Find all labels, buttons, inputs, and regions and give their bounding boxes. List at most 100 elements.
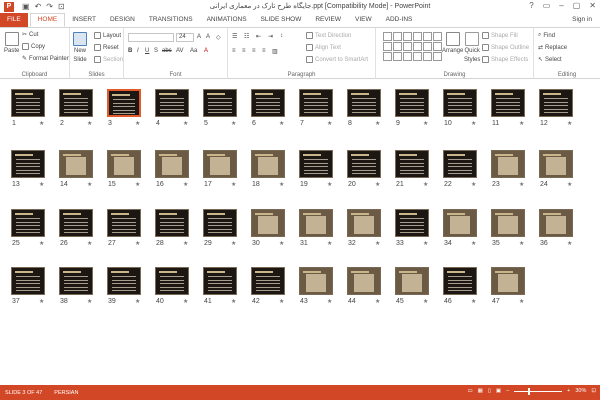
transition-star-icon[interactable]: ★ [87,240,92,247]
font-size-dropdown[interactable]: 24 [176,33,194,42]
clear-formatting-icon[interactable]: ◇ [216,34,221,41]
save-icon[interactable]: ▣ [22,2,30,11]
zoom-in-icon[interactable]: + [567,388,570,394]
transition-star-icon[interactable]: ★ [471,240,476,247]
transition-star-icon[interactable]: ★ [423,181,428,188]
transition-star-icon[interactable]: ★ [135,120,140,127]
sign-in-link[interactable]: Sign in [572,16,592,23]
shape-item[interactable] [433,52,442,61]
normal-view-icon[interactable]: ▭ [467,388,472,394]
grow-font-button[interactable]: A [197,34,201,40]
shrink-font-button[interactable]: A [206,34,210,40]
zoom-slider-knob[interactable] [528,387,531,395]
cut-button[interactable]: ✂ Cut [22,31,38,39]
shape-item[interactable] [423,42,432,51]
shape-item[interactable] [383,52,392,61]
change-case-button[interactable]: Aa [190,48,197,54]
font-family-dropdown[interactable] [128,33,174,42]
transition-star-icon[interactable]: ★ [231,240,236,247]
reading-view-icon[interactable]: ▯ [488,388,491,394]
shape-item[interactable] [383,42,392,51]
restore-icon[interactable]: ▢ [573,1,581,10]
shape-outline-button[interactable]: Shape Outline [482,44,529,51]
transition-star-icon[interactable]: ★ [87,298,92,305]
transition-star-icon[interactable]: ★ [87,120,92,127]
transition-star-icon[interactable]: ★ [231,181,236,188]
text-direction-button[interactable]: Text Direction [306,32,351,39]
transition-star-icon[interactable]: ★ [375,120,380,127]
reset-button[interactable]: Reset [94,44,119,51]
undo-icon[interactable]: ↶ [35,2,42,11]
transition-star-icon[interactable]: ★ [567,181,572,188]
arrange-button[interactable]: Arrange [442,32,463,54]
align-left-icon[interactable]: ≡ [232,48,236,54]
shapes-gallery[interactable] [383,32,442,62]
transition-star-icon[interactable]: ★ [375,240,380,247]
select-button[interactable]: ↖ Select [538,56,562,64]
shape-item[interactable] [413,52,422,61]
transition-star-icon[interactable]: ★ [471,120,476,127]
line-spacing-icon[interactable]: ↕ [280,33,283,39]
transition-star-icon[interactable]: ★ [183,181,188,188]
shape-item[interactable] [413,42,422,51]
shape-item[interactable] [393,42,402,51]
slideshow-view-icon[interactable]: ▣ [496,388,501,394]
transition-star-icon[interactable]: ★ [519,120,524,127]
tab-transitions[interactable]: TRANSITIONS [142,13,200,27]
transition-star-icon[interactable]: ★ [327,240,332,247]
shadow-button[interactable]: S [154,48,158,54]
transition-star-icon[interactable]: ★ [519,181,524,188]
layout-button[interactable]: Layout [94,32,121,39]
ribbon-display-icon[interactable]: ▭ [543,1,551,10]
tab-review[interactable]: REVIEW [308,13,348,27]
shape-item[interactable] [413,32,422,41]
shape-item[interactable] [403,42,412,51]
find-button[interactable]: ⌕ Find [538,32,555,39]
transition-star-icon[interactable]: ★ [135,240,140,247]
section-button[interactable]: Section [94,56,123,63]
replace-button[interactable]: ⇄ Replace [538,44,567,52]
transition-star-icon[interactable]: ★ [471,181,476,188]
bullets-icon[interactable]: ☰ [232,33,237,40]
shape-item[interactable] [423,32,432,41]
font-color-button[interactable]: A [204,48,208,54]
fit-slide-icon[interactable]: ⊡ [591,388,596,394]
tab-file[interactable]: FILE [0,13,28,27]
transition-star-icon[interactable]: ★ [135,181,140,188]
transition-star-icon[interactable]: ★ [231,120,236,127]
underline-button[interactable]: U [145,48,149,54]
start-slideshow-icon[interactable]: ⊡ [58,2,65,11]
transition-star-icon[interactable]: ★ [183,240,188,247]
transition-star-icon[interactable]: ★ [471,298,476,305]
tab-home[interactable]: HOME [29,13,66,27]
shape-item[interactable] [403,32,412,41]
transition-star-icon[interactable]: ★ [39,240,44,247]
zoom-out-icon[interactable]: – [506,388,509,394]
numbering-icon[interactable]: ☷ [244,33,249,40]
align-center-icon[interactable]: ≡ [242,48,246,54]
transition-star-icon[interactable]: ★ [519,298,524,305]
transition-star-icon[interactable]: ★ [327,181,332,188]
convert-smartart-button[interactable]: Convert to SmartArt [306,56,368,63]
slide-sorter-view-icon[interactable]: ▦ [478,388,483,394]
transition-star-icon[interactable]: ★ [39,181,44,188]
align-text-button[interactable]: Align Text [306,44,341,51]
transition-star-icon[interactable]: ★ [327,298,332,305]
shape-item[interactable] [393,52,402,61]
transition-star-icon[interactable]: ★ [39,120,44,127]
strikethrough-button[interactable]: abc [162,48,172,54]
bold-button[interactable]: B [128,48,132,54]
transition-star-icon[interactable]: ★ [567,240,572,247]
shape-item[interactable] [383,32,392,41]
align-right-icon[interactable]: ≡ [252,48,256,54]
zoom-level[interactable]: 30% [575,388,586,394]
transition-star-icon[interactable]: ★ [183,120,188,127]
help-icon[interactable]: ? [529,1,533,10]
tab-animations[interactable]: ANIMATIONS [200,13,254,27]
shape-item[interactable] [423,52,432,61]
zoom-slider[interactable] [514,387,563,395]
transition-star-icon[interactable]: ★ [279,120,284,127]
tab-add-ins[interactable]: ADD-INS [379,13,420,27]
columns-icon[interactable]: ▥ [272,48,278,55]
transition-star-icon[interactable]: ★ [423,240,428,247]
